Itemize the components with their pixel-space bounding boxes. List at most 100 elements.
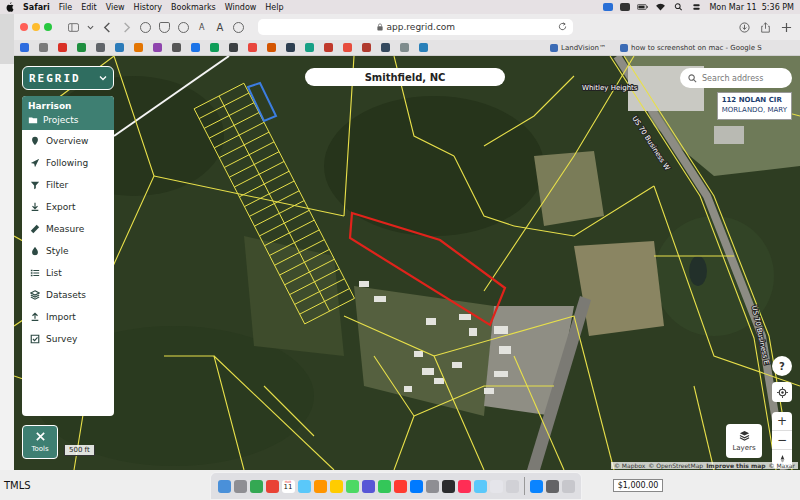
bookmark-icon[interactable] <box>248 43 257 52</box>
reload-icon[interactable] <box>558 22 567 31</box>
share-icon[interactable] <box>760 22 771 33</box>
text-size-button[interactable]: A <box>197 23 206 32</box>
zoom-button[interactable] <box>44 23 52 31</box>
dock-app-icon[interactable] <box>394 480 407 493</box>
regrid-logo[interactable]: REGRID <box>22 66 114 90</box>
sidebar-icon[interactable] <box>68 22 79 33</box>
dock-app-icon[interactable] <box>250 480 263 493</box>
highlighted-parcel[interactable] <box>248 83 276 121</box>
search-icon[interactable] <box>673 3 684 11</box>
attribution-link[interactable]: © OpenStreetMap <box>648 462 703 469</box>
attribution-link[interactable]: © Maxar <box>769 462 795 469</box>
app-menu[interactable]: Safari <box>23 3 50 12</box>
battery-icon[interactable] <box>637 3 648 11</box>
menu-item[interactable]: File <box>59 3 72 12</box>
sidebar-item[interactable]: Overview <box>22 130 114 152</box>
sidebar-item[interactable]: Import <box>22 306 114 328</box>
bookmark-icon[interactable] <box>305 43 314 52</box>
bookmark-icon[interactable] <box>153 43 162 52</box>
text-size-button[interactable]: A <box>214 22 225 33</box>
tools-button[interactable]: Tools <box>22 425 58 459</box>
dock-app-icon[interactable] <box>346 480 359 493</box>
bookmark-icon[interactable] <box>20 43 29 52</box>
menu-item[interactable]: Edit <box>81 3 97 12</box>
bookmark-icon[interactable] <box>96 43 105 52</box>
download-icon[interactable] <box>739 22 750 33</box>
clock[interactable]: Mon Mar 11 5:36 PM <box>709 3 794 12</box>
dock-app-icon[interactable] <box>234 480 247 493</box>
chevron-down-icon[interactable] <box>87 24 94 31</box>
dock-app-icon[interactable] <box>442 480 455 493</box>
zoom-out-button[interactable]: − <box>772 431 792 450</box>
address-bar[interactable]: app.regrid.com <box>258 19 573 35</box>
back-icon[interactable] <box>102 22 113 33</box>
extension-icon[interactable] <box>178 22 189 33</box>
sidebar-item[interactable]: Filter <box>22 174 114 196</box>
shield-icon[interactable] <box>159 22 170 33</box>
status-icon[interactable] <box>620 3 630 11</box>
sidebar-item[interactable]: Datasets <box>22 284 114 306</box>
compass-icon[interactable] <box>140 22 151 33</box>
bookmark-icon[interactable] <box>381 43 390 52</box>
menu-item[interactable]: Bookmarks <box>171 3 216 12</box>
layers-button[interactable]: Layers <box>726 424 762 458</box>
dock-app-icon[interactable] <box>474 480 487 493</box>
map-view[interactable]: Whitley HeightsUS 70 Business WUS 70 Bus… <box>14 56 800 470</box>
sidebar-item[interactable]: List <box>22 262 114 284</box>
sidebar-item[interactable]: Measure <box>22 218 114 240</box>
bookmark-icon[interactable] <box>362 43 371 52</box>
menu-item[interactable]: Window <box>225 3 257 12</box>
dock-app-icon[interactable] <box>410 480 423 493</box>
project-header[interactable]: Harrison Projects <box>22 96 114 130</box>
bookmark-icon[interactable] <box>172 43 181 52</box>
sidebar-item[interactable]: Export <box>22 196 114 218</box>
dock-app-icon[interactable] <box>562 480 575 493</box>
parcel-card[interactable]: 112 NOLAN CIR MORLANDO, MARY <box>717 92 792 120</box>
satellite-map[interactable]: Whitley HeightsUS 70 Business WUS 70 Bus… <box>14 56 800 470</box>
bookmark-icon[interactable] <box>77 43 86 52</box>
dock-app-icon[interactable] <box>266 480 279 493</box>
dock-app-icon[interactable] <box>314 480 327 493</box>
wifi-icon[interactable] <box>655 3 666 11</box>
close-button[interactable] <box>20 23 28 31</box>
apple-icon[interactable] <box>6 2 14 12</box>
calendar-app[interactable]: MAR 11 <box>282 480 295 493</box>
bookmark-icon[interactable] <box>286 43 295 52</box>
dock-app-icon[interactable] <box>298 480 311 493</box>
bookmark-icon[interactable] <box>191 43 200 52</box>
address-text[interactable]: app.regrid.com <box>387 22 456 32</box>
forward-icon[interactable] <box>121 22 132 33</box>
bookmark-icon[interactable] <box>419 43 428 52</box>
bookmark-icon[interactable] <box>267 43 276 52</box>
sidebar-item[interactable]: Survey <box>22 328 114 350</box>
bookmark-icon[interactable] <box>39 43 48 52</box>
menu-item[interactable]: View <box>106 3 125 12</box>
bookmark-icon[interactable] <box>343 43 352 52</box>
help-button[interactable]: ? <box>772 356 792 376</box>
search-field[interactable]: Search address <box>680 68 792 88</box>
bookmark-icon[interactable] <box>115 43 124 52</box>
bookmark-icon[interactable] <box>229 43 238 52</box>
chevron-down-icon[interactable] <box>99 74 107 82</box>
reader-icon[interactable] <box>233 22 244 33</box>
projects-link[interactable]: Projects <box>28 115 108 125</box>
attribution-link[interactable]: © Mapbox <box>614 462 645 469</box>
bookmark-icon[interactable] <box>210 43 219 52</box>
menu-item[interactable]: History <box>134 3 162 12</box>
minimize-button[interactable] <box>32 23 40 31</box>
sidebar-item[interactable]: Style <box>22 240 114 262</box>
bookmark[interactable]: how to screenshot on mac - Google S <box>616 44 766 52</box>
sidebar-item[interactable]: Following <box>22 152 114 174</box>
menu-item[interactable]: Help <box>265 3 283 12</box>
dock-app-icon[interactable] <box>458 480 471 493</box>
bookmark-icon[interactable] <box>400 43 409 52</box>
dock-app-icon[interactable] <box>362 480 375 493</box>
bookmark-icon[interactable] <box>134 43 143 52</box>
dock-app-icon[interactable] <box>506 480 519 493</box>
folder-icon[interactable] <box>603 3 613 11</box>
control-center-icon[interactable] <box>691 3 702 11</box>
dock-app-icon[interactable] <box>218 480 231 493</box>
dock-app-icon[interactable] <box>378 480 391 493</box>
selected-parcel[interactable] <box>350 213 505 325</box>
dock-app-icon[interactable] <box>330 480 343 493</box>
